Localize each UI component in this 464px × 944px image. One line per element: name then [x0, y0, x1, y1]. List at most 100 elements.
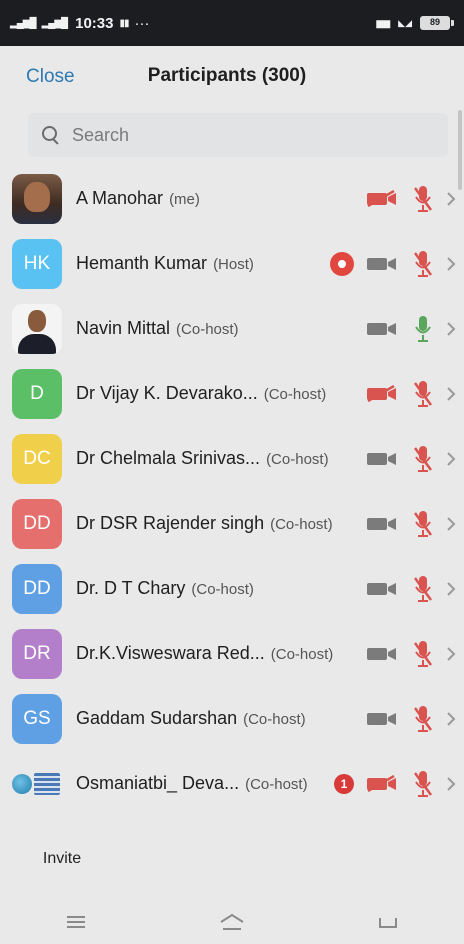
video-off-icon[interactable] — [366, 189, 398, 208]
search-bar[interactable] — [28, 113, 448, 157]
participant-role: (Co-host) — [191, 581, 254, 598]
microphone-muted-icon[interactable] — [412, 704, 434, 734]
participant-name-text: Osmaniatbi_ Deva... — [76, 773, 240, 793]
participant-name-text: Dr DSR Rajender singh — [76, 513, 265, 533]
participant-role: (Co-host) — [245, 776, 308, 793]
status-bar: ▂▄▆█ ▂▄▆█ 10:33 ▮▮ ··· ▆▆ ◣◢ 89 — [0, 0, 464, 46]
participant-name: Dr DSR Rajender singh (Co-host) — [76, 513, 333, 534]
video-camera-icon[interactable] — [366, 645, 398, 663]
video-camera-icon[interactable] — [366, 255, 398, 273]
participant-name-text: Dr.K.Visweswara Red... — [76, 643, 265, 663]
video-camera-icon[interactable] — [366, 320, 398, 338]
avatar — [12, 173, 62, 224]
participant-role: (Co-host) — [270, 646, 334, 663]
video-off-icon[interactable] — [366, 774, 398, 793]
microphone-muted-icon[interactable] — [412, 379, 434, 409]
microphone-muted-icon[interactable] — [412, 249, 434, 279]
avatar: D — [12, 368, 62, 419]
participant-row[interactable]: DD Dr. D T Chary (Co-host) — [0, 556, 464, 621]
participant-row[interactable]: HK Hemanth Kumar (Host) — [0, 231, 464, 296]
participant-name: Dr Vijay K. Devarako... (Co-host) — [76, 383, 326, 404]
page-title: Participants (300) — [0, 65, 464, 87]
chevron-right-icon — [446, 581, 456, 596]
participant-row[interactable]: Navin Mittal (Co-host) — [0, 296, 464, 361]
avatar-initials: DR — [23, 642, 51, 664]
avatar: DR — [12, 628, 62, 679]
network-4g-icon: ◣◢ — [398, 17, 412, 28]
chevron-right-icon — [446, 516, 456, 531]
system-nav-bar — [0, 900, 464, 944]
participant-row[interactable]: GS Gaddam Sudarshan (Co-host) — [0, 686, 464, 751]
participant-name-text: Navin Mittal — [76, 318, 171, 338]
participant-name: Dr Chelmala Srinivas... (Co-host) — [76, 448, 329, 469]
participant-name-text: Dr. D T Chary — [76, 578, 186, 598]
video-off-icon[interactable] — [366, 384, 398, 403]
invite-button[interactable]: Invite — [18, 838, 106, 880]
recording-icon — [330, 251, 354, 276]
participant-name-text: Dr Vijay K. Devarako... — [76, 383, 258, 403]
avatar-initials: DD — [23, 577, 51, 599]
participant-name-text: Gaddam Sudarshan — [76, 708, 238, 728]
microphone-muted-icon[interactable] — [412, 639, 434, 669]
data-speed-icon: ▮▮ — [119, 17, 130, 29]
participant-name-text: Dr Chelmala Srinivas... — [76, 448, 261, 468]
avatar-initials: GS — [23, 707, 51, 729]
participant-role: (Host) — [213, 256, 254, 273]
avatar: HK — [12, 238, 62, 289]
participant-name: Osmaniatbi_ Deva... (Co-host) — [76, 773, 308, 794]
participant-role: (Co-host) — [266, 451, 329, 468]
participant-role: (me) — [169, 191, 200, 208]
video-camera-icon[interactable] — [366, 515, 398, 533]
back-icon[interactable] — [377, 913, 399, 931]
menu-icon[interactable] — [65, 914, 87, 930]
chevron-right-icon — [446, 386, 456, 401]
chevron-right-icon — [446, 256, 456, 271]
video-camera-icon[interactable] — [366, 710, 398, 728]
participant-row[interactable]: DC Dr Chelmala Srinivas... (Co-host) — [0, 426, 464, 491]
participant-name: Navin Mittal (Co-host) — [76, 318, 239, 339]
participant-name: Dr. D T Chary (Co-host) — [76, 578, 254, 599]
avatar-initials: DD — [23, 512, 51, 534]
chevron-right-icon — [446, 776, 456, 791]
status-time: 10:33 — [75, 14, 114, 32]
battery-icon: 89 — [420, 16, 454, 30]
participant-row[interactable]: Osmaniatbi_ Deva... (Co-host) 1 — [0, 751, 464, 816]
video-camera-icon[interactable] — [366, 580, 398, 598]
participant-role: (Co-host) — [176, 321, 239, 338]
microphone-muted-icon[interactable] — [412, 574, 434, 604]
participant-role: (Co-host) — [243, 711, 306, 728]
video-camera-icon[interactable] — [366, 450, 398, 468]
participant-name: A Manohar (me) — [76, 188, 200, 209]
chevron-right-icon — [446, 711, 456, 726]
chevron-right-icon — [446, 191, 456, 206]
chevron-right-icon — [446, 321, 456, 336]
header: Close Participants (300) — [0, 46, 464, 108]
participant-name-text: Hemanth Kumar — [76, 253, 208, 273]
participant-row[interactable]: DR Dr.K.Visweswara Red... (Co-host) — [0, 621, 464, 686]
microphone-muted-icon[interactable] — [412, 509, 434, 539]
microphone-muted-icon[interactable] — [412, 444, 434, 474]
participant-row[interactable]: D Dr Vijay K. Devarako... (Co-host) — [0, 361, 464, 426]
participant-name: Gaddam Sudarshan (Co-host) — [76, 708, 306, 729]
signal-icon: ▂▄▆█ — [10, 17, 37, 29]
avatar-initials: DC — [23, 447, 51, 469]
avatar-initials: D — [30, 382, 44, 404]
search-icon — [42, 126, 60, 144]
unread-badge: 1 — [334, 773, 354, 794]
participant-name: Hemanth Kumar (Host) — [76, 253, 254, 274]
search-input[interactable] — [72, 124, 372, 146]
home-icon[interactable] — [218, 913, 246, 931]
avatar — [12, 759, 62, 809]
more-notifications-icon: ··· — [134, 14, 150, 32]
chevron-right-icon — [446, 451, 456, 466]
avatar — [12, 303, 62, 354]
participant-list: A Manohar (me) HK Hemanth Kumar (Host) Navin … — [0, 166, 464, 836]
microphone-muted-icon[interactable] — [412, 184, 434, 214]
participant-row[interactable]: A Manohar (me) — [0, 166, 464, 231]
participant-name-text: A Manohar — [76, 188, 164, 208]
microphone-muted-icon[interactable] — [412, 769, 434, 799]
participant-row[interactable]: DD Dr DSR Rajender singh (Co-host) — [0, 491, 464, 556]
participant-name: Dr.K.Visweswara Red... (Co-host) — [76, 643, 333, 664]
participant-role: (Co-host) — [263, 386, 327, 403]
microphone-icon[interactable] — [412, 314, 434, 344]
